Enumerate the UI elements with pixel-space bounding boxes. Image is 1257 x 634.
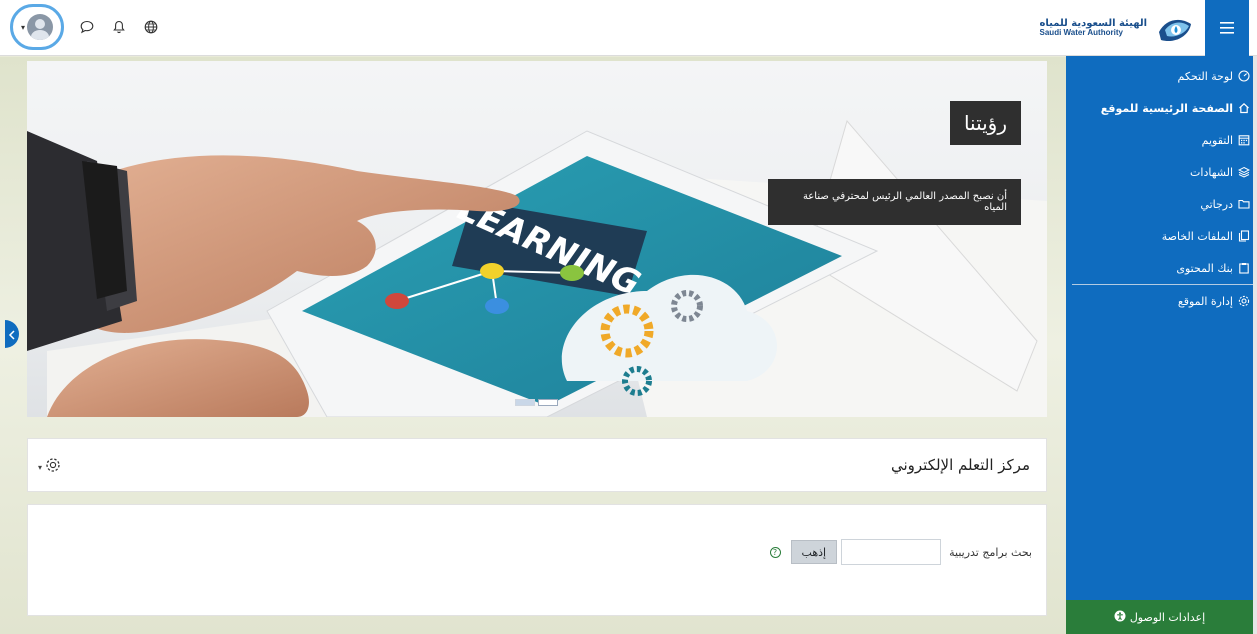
sidebar-item-label: الصفحة الرئيسية للموقع [1100,101,1233,115]
carousel-indicators [515,399,558,406]
sidebar-item-label: الشهادات [1190,165,1233,179]
course-search-label: بحث برامج تدريبية [949,545,1032,559]
page-settings-menu[interactable]: ▾ [38,457,61,477]
chat-bubble-icon[interactable] [78,18,96,36]
course-search-input[interactable] [841,539,942,565]
nav-divider [1072,284,1253,285]
sidebar-item-label: الملفات الخاصة [1161,229,1233,243]
carousel-indicator-2[interactable] [538,399,558,406]
caret-down-icon: ▾ [38,462,43,472]
sidebar-item-calendar[interactable]: التقويم [1066,124,1257,156]
search-go-button[interactable]: إذهب [790,540,838,564]
user-zone: ▾ [10,4,160,50]
sidebar-item-grades[interactable]: درجاتي [1066,188,1257,220]
clipboard-icon [1237,261,1251,275]
course-search-form: بحث برامج تدريبية إذهب ? [769,539,1032,565]
sidebar-item-label: بنك المحتوى [1176,261,1233,275]
sidebar-item-site-admin[interactable]: إدارة الموقع [1066,285,1257,317]
sidebar-item-content-bank[interactable]: بنك المحتوى [1066,252,1257,284]
hero-carousel[interactable]: LEARNING رؤيتنا أن نصبح المصدر العالمي ا… [27,61,1047,417]
chevron-left-icon [8,325,16,344]
home-icon [1237,101,1251,115]
carousel-image: LEARNING [27,119,1047,417]
drawer-collapse-button[interactable] [5,320,19,348]
site-logo[interactable]: الهيئة السعودية للمياه Saudi Water Autho… [1040,10,1195,46]
layers-icon [1237,165,1251,179]
carousel-indicator-1[interactable] [515,399,535,406]
sidebar-item-private-files[interactable]: الملفات الخاصة [1066,220,1257,252]
hamburger-icon [1220,19,1234,38]
sidebar-item-label: التقويم [1201,133,1233,147]
accessibility-settings-button[interactable]: إعدادات الوصول [1066,600,1253,634]
gear-icon [45,457,61,477]
main-region: LEARNING رؤيتنا أن نصبح المصدر العالمي ا… [0,57,1066,634]
folder-icon [1237,197,1251,211]
sidebar-item-label: لوحة التحكم [1177,69,1233,83]
user-menu-button[interactable]: ▾ [10,4,64,50]
avatar [27,14,53,40]
course-search-card: بحث برامج تدريبية إذهب ? [27,504,1047,616]
caret-down-icon: ▾ [20,22,25,32]
globe-icon[interactable] [142,18,160,36]
dashboard-gauge-icon [1237,69,1251,83]
water-drop-logo-icon [1159,19,1191,42]
help-icon[interactable]: ? [769,546,781,558]
sidebar-item-label: إدارة الموقع [1177,294,1233,308]
accessibility-icon [1114,610,1126,625]
accessibility-settings-label: إعدادات الوصول [1129,610,1206,624]
sidebar-item-certificates[interactable]: الشهادات [1066,156,1257,188]
menu-toggle-button[interactable] [1205,0,1249,56]
carousel-caption-text: أن نصبح المصدر العالمي الرئيس لمحترفي صن… [768,179,1021,225]
nav-list: لوحة التحكم الصفحة الرئيسية للموقع التقو… [1066,56,1257,317]
sidebar-item-site-home[interactable]: الصفحة الرئيسية للموقع [1066,92,1257,124]
bell-icon[interactable] [110,18,128,36]
gear-icon [1237,294,1251,308]
logo-text-en: Saudi Water Authority [1039,28,1123,38]
nav-drawer: لوحة التحكم الصفحة الرئيسية للموقع التقو… [1066,56,1257,634]
carousel-caption-title: رؤيتنا [949,101,1021,145]
top-navbar: الهيئة السعودية للمياه Saudi Water Autho… [0,0,1257,56]
sidebar-item-label: درجاتي [1200,197,1233,211]
page-header-card: مركز التعلم الإلكتروني ▾ [27,438,1047,492]
page-title: مركز التعلم الإلكتروني [890,456,1030,474]
files-icon [1237,229,1251,243]
drawer-scrollbar[interactable] [1253,56,1257,634]
calendar-icon [1237,133,1251,147]
sidebar-item-dashboard[interactable]: لوحة التحكم [1066,60,1257,92]
